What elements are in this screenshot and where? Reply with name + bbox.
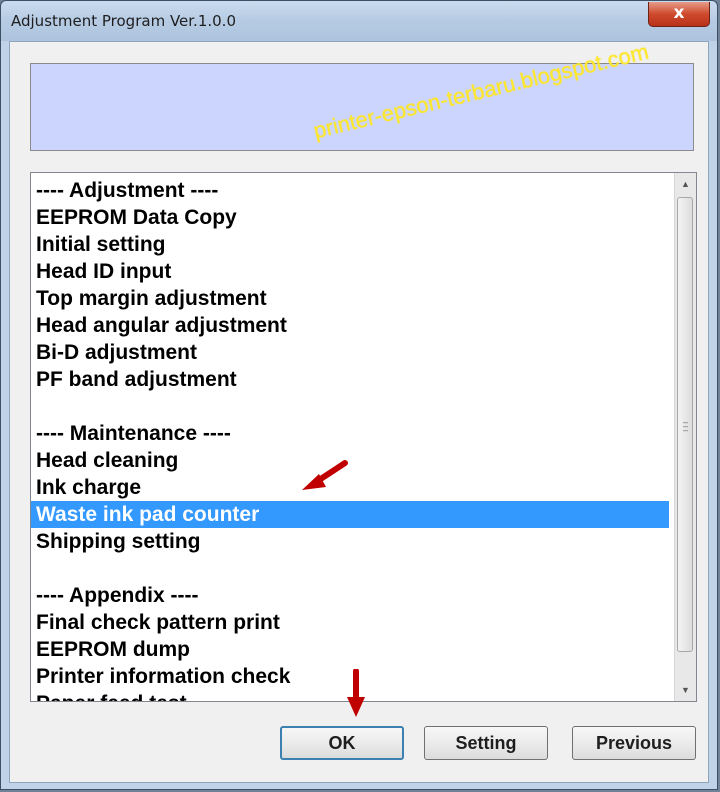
list-item[interactable] <box>31 555 669 582</box>
list-item[interactable]: ---- Maintenance ---- <box>31 420 669 447</box>
red-arrow-icon <box>347 669 365 717</box>
vertical-scrollbar[interactable]: ▲ – – – ▼ <box>674 173 696 701</box>
setting-button[interactable]: Setting <box>424 726 548 760</box>
close-button[interactable]: x <box>648 2 710 27</box>
list-item[interactable] <box>31 393 669 420</box>
list-item[interactable]: Initial setting <box>31 231 669 258</box>
list-item[interactable]: EEPROM Data Copy <box>31 204 669 231</box>
adjustment-program-window: Adjustment Program Ver.1.0.0 x ---- Adju… <box>0 0 718 790</box>
list-item[interactable]: Head angular adjustment <box>31 312 669 339</box>
list-items: ---- Adjustment ---- EEPROM Data Copy Init… <box>31 177 669 701</box>
list-item[interactable]: Head ID input <box>31 258 669 285</box>
list-item[interactable]: ---- Adjustment ---- <box>31 177 669 204</box>
list-item[interactable]: Shipping setting <box>31 528 669 555</box>
grip-icon: – – – <box>682 417 688 435</box>
previous-button[interactable]: Previous <box>572 726 696 760</box>
list-item[interactable]: PF band adjustment <box>31 366 669 393</box>
list-item[interactable]: ---- Appendix ---- <box>31 582 669 609</box>
red-arrow-icon <box>302 460 348 490</box>
list-item[interactable]: Waste ink pad counter <box>31 501 669 528</box>
scroll-down-icon[interactable]: ▼ <box>675 679 696 701</box>
scroll-up-icon[interactable]: ▲ <box>675 173 696 195</box>
menu-listbox[interactable]: ---- Adjustment ---- EEPROM Data Copy Init… <box>30 172 697 702</box>
list-item[interactable]: Final check pattern print <box>31 609 669 636</box>
scroll-thumb[interactable]: – – – <box>677 197 693 652</box>
list-item[interactable]: Bi-D adjustment <box>31 339 669 366</box>
window-title: Adjustment Program Ver.1.0.0 <box>11 12 236 30</box>
list-item[interactable]: Top margin adjustment <box>31 285 669 312</box>
ok-button[interactable]: OK <box>280 726 404 760</box>
title-bar[interactable]: Adjustment Program Ver.1.0.0 x <box>1 1 717 41</box>
list-item[interactable]: EEPROM dump <box>31 636 669 663</box>
